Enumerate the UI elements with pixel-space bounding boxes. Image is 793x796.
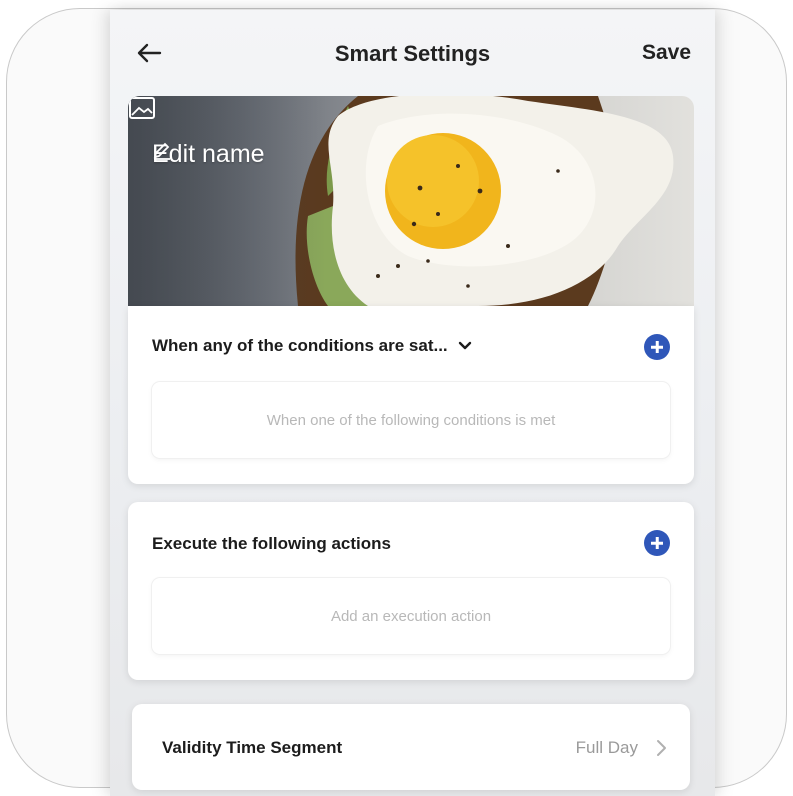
image-icon[interactable] <box>128 96 156 120</box>
chevron-right-icon <box>657 740 666 756</box>
actions-placeholder: Add an execution action <box>330 607 492 625</box>
top-bar: Smart Settings Save <box>110 10 715 96</box>
page-title: Smart Settings <box>334 41 491 66</box>
actions-card: Execute the following actions Add an exe… <box>128 502 694 680</box>
add-action-button[interactable] <box>644 530 670 556</box>
pencil-icon <box>153 142 170 160</box>
validity-label: Validity Time Segment <box>162 738 343 757</box>
conditions-placeholder: When one of the following conditions is … <box>266 411 556 429</box>
add-condition-button[interactable] <box>644 334 670 360</box>
edit-name-button[interactable]: Edit name <box>152 140 265 169</box>
phone-screen: Smart Settings Save Edit name When any o… <box>110 10 715 796</box>
conditions-title: When any of the conditions are sat... <box>152 336 448 355</box>
chevron-down-icon <box>458 341 471 350</box>
actions-title: Execute the following actions <box>152 534 391 553</box>
actions-empty-box[interactable]: Add an execution action <box>152 578 670 654</box>
fried-egg-image <box>128 96 694 306</box>
validity-value: Full Day <box>575 738 638 757</box>
save-button[interactable]: Save <box>642 41 691 65</box>
validity-row[interactable]: Validity Time Segment Full Day <box>132 704 690 790</box>
scene-banner: Edit name <box>128 96 694 306</box>
conditions-empty-box[interactable]: When one of the following conditions is … <box>152 382 670 458</box>
conditions-dropdown[interactable]: When any of the conditions are sat... <box>152 336 472 356</box>
conditions-card: When any of the conditions are sat... Wh… <box>128 306 694 484</box>
